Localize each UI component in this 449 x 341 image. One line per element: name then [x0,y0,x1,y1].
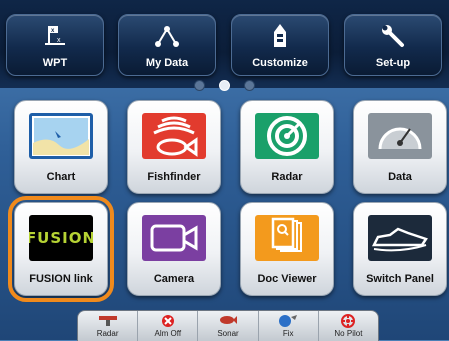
radar-dock-icon [78,314,137,328]
dock-fix-label: Fix [282,329,294,338]
customize-label: Customize [252,57,308,69]
page-dot-active[interactable] [219,80,230,91]
chart-icon [29,113,93,159]
fishfinder-label: Fishfinder [147,171,201,183]
gauge-icon [368,113,432,159]
wrench-icon [345,23,441,49]
page-dot[interactable] [244,80,255,91]
switch-panel-app-tile[interactable]: Switch Panel [353,202,447,296]
boat-icon [232,23,328,49]
doc-viewer-label: Doc Viewer [257,273,317,285]
dock-fix-button[interactable]: Fix [257,311,318,341]
route-icon [119,23,215,49]
dock-sonar-label: Sonar [217,329,239,338]
chart-app-tile[interactable]: Chart [14,100,108,194]
wpt-button[interactable]: xx WPT [6,14,104,76]
chart-label: Chart [46,171,76,183]
data-label: Data [388,171,412,183]
camera-icon [142,215,206,261]
doc-viewer-app-tile[interactable]: Doc Viewer [240,202,334,296]
fusion-logo: FUSION [29,229,93,247]
data-app-tile[interactable]: Data [353,100,447,194]
top-navigation-bar: xx WPT My Data Customize Set-up [0,0,449,88]
fusion-link-app-tile[interactable]: FUSION FUSION link [8,196,114,302]
setup-label: Set-up [375,57,411,69]
document-icon [255,215,319,261]
sonar-icon [198,314,257,328]
pilot-icon [319,314,378,328]
dock-radar-label: Radar [96,329,119,338]
dock-pilot-button[interactable]: No Pilot [317,311,378,341]
camera-label: Camera [153,273,195,285]
setup-button[interactable]: Set-up [344,14,442,76]
fishfinder-icon [142,113,206,159]
camera-app-tile[interactable]: Camera [127,202,221,296]
radar-app-tile[interactable]: Radar [240,100,334,194]
svg-text:x: x [57,37,61,44]
dock-alarm-off-button[interactable]: Alm Off [137,311,197,341]
my-data-button[interactable]: My Data [118,14,216,76]
fusion-link-label: FUSION link [29,273,93,285]
my-data-label: My Data [145,57,189,69]
radar-icon [255,113,319,159]
wpt-label: WPT [42,57,68,69]
waypoint-icon: xx [7,23,103,49]
speedboat-icon [368,215,432,261]
dock-alarm-off-label: Alm Off [154,329,182,338]
customize-button[interactable]: Customize [231,14,329,76]
switch-panel-label: Switch Panel [366,273,434,285]
fusion-icon: FUSION [29,215,93,261]
dock-radar-button[interactable]: Radar [78,311,137,341]
gps-fix-icon [259,314,318,328]
shortcut-dock: Radar Alm Off Sonar Fix No Pilot [77,310,379,341]
page-indicator[interactable] [0,80,449,91]
radar-label: Radar [271,171,303,183]
dock-pilot-label: No Pilot [334,329,363,338]
page-dot[interactable] [194,80,205,91]
dock-sonar-button[interactable]: Sonar [197,311,257,341]
alarm-off-icon [138,314,197,328]
fishfinder-app-tile[interactable]: Fishfinder [127,100,221,194]
